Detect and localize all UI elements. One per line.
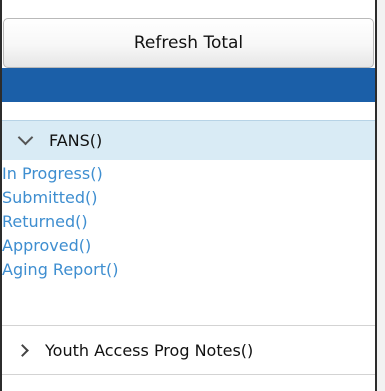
link-returned[interactable]: Returned() bbox=[2, 210, 375, 234]
spacer bbox=[2, 102, 375, 120]
section-title-fans: FANS() bbox=[49, 131, 103, 150]
panel-right-border bbox=[375, 0, 385, 391]
link-aging-report[interactable]: Aging Report() bbox=[2, 258, 375, 282]
sidebar-panel: Refresh Total FANS() In Progress() Submi… bbox=[0, 0, 385, 391]
refresh-total-button[interactable]: Refresh Total bbox=[3, 18, 374, 68]
section-title-youth-access: Youth Access Prog Notes() bbox=[45, 340, 254, 360]
section-header-fans[interactable]: FANS() bbox=[2, 120, 375, 160]
link-in-progress[interactable]: In Progress() bbox=[2, 162, 375, 186]
section-header-youth-access[interactable]: Youth Access Prog Notes() bbox=[2, 326, 375, 374]
fans-link-list: In Progress() Submitted() Returned() App… bbox=[2, 162, 375, 282]
chevron-right-icon bbox=[16, 343, 29, 357]
header-bar bbox=[2, 68, 375, 102]
link-approved[interactable]: Approved() bbox=[2, 234, 375, 258]
link-submitted[interactable]: Submitted() bbox=[2, 186, 375, 210]
chevron-down-icon bbox=[17, 129, 34, 146]
divider bbox=[2, 374, 375, 375]
